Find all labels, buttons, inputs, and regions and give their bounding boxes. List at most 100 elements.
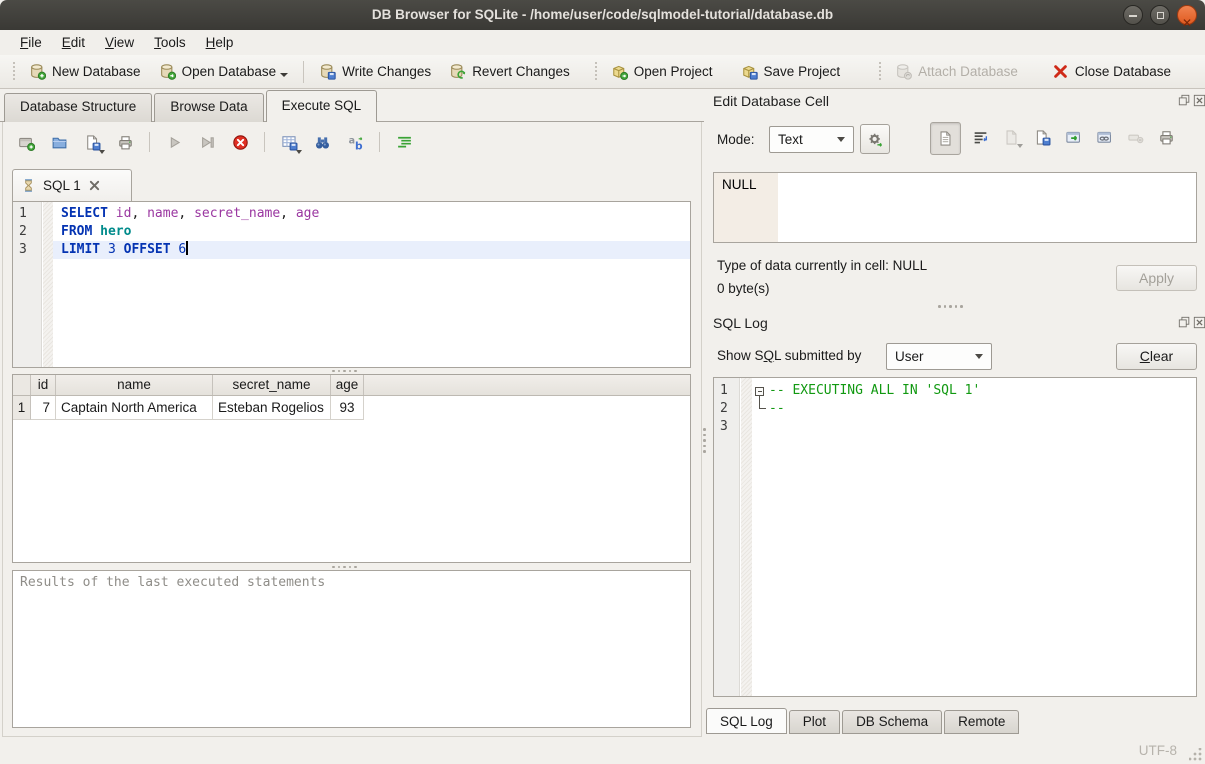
sql-document-tab[interactable]: SQL 1	[12, 169, 132, 201]
print-cell-icon[interactable]	[1158, 129, 1175, 146]
minimize-button[interactable]	[1123, 5, 1143, 25]
dock-tab-remote[interactable]: Remote	[944, 710, 1019, 734]
column-header-name[interactable]: name	[56, 375, 213, 395]
save-sql-dropdown-caret[interactable]	[99, 150, 105, 154]
print-sql-button[interactable]	[115, 132, 135, 152]
write-changes-button[interactable]: Write Changes	[310, 59, 440, 84]
log-text: --	[769, 400, 785, 418]
mode-select-value: Text	[778, 132, 829, 147]
open-database-dropdown-caret[interactable]	[280, 73, 288, 77]
sql-log-filter-select[interactable]: User	[886, 343, 992, 370]
column-header-secret-name[interactable]: secret_name	[213, 375, 331, 395]
find-button[interactable]	[312, 132, 332, 152]
text-mode-icon	[937, 130, 954, 147]
open-external-icon[interactable]	[1065, 129, 1082, 146]
cell-id[interactable]: 7	[31, 396, 56, 420]
encoding-indicator[interactable]: UTF-8	[1139, 743, 1177, 758]
toolbar-handle[interactable]	[877, 62, 883, 82]
tab-database-structure[interactable]: Database Structure	[4, 93, 152, 122]
fold-elbow	[752, 400, 769, 418]
new-sql-tab-button[interactable]	[16, 132, 36, 152]
pane-splitter-handle[interactable]	[703, 428, 706, 453]
close-database-button[interactable]: Close Database	[1043, 59, 1180, 84]
dock-close-icon[interactable]	[1193, 316, 1205, 329]
chevron-down-icon	[837, 137, 845, 142]
cell-type-info: Type of data currently in cell: NULL	[717, 258, 927, 273]
word-wrap-icon[interactable]	[972, 129, 989, 146]
save-sql-file-button[interactable]	[82, 132, 102, 152]
set-null-icon	[1127, 129, 1144, 146]
menu-help[interactable]: Help	[196, 32, 244, 53]
menubar: File Edit View Tools Help	[0, 30, 1205, 55]
column-header-age[interactable]: age	[331, 375, 364, 395]
open-sql-file-icon	[51, 134, 68, 151]
resize-grip[interactable]	[1189, 748, 1202, 761]
cell-secret-name[interactable]: Esteban Rogelios	[213, 396, 331, 420]
save-as-icon[interactable]	[1034, 129, 1051, 146]
menu-tools[interactable]: Tools	[144, 32, 196, 53]
fold-marker[interactable]	[752, 382, 769, 400]
clear-log-button[interactable]: Clear	[1116, 343, 1197, 370]
sql-editor[interactable]: 1 SELECT id, name, secret_name, age 2 FR…	[12, 201, 691, 368]
sql-toolbar: ab	[16, 132, 414, 152]
splitter-handle[interactable]	[938, 305, 963, 308]
open-database-label: Open Database	[182, 64, 277, 79]
open-database-button[interactable]: Open Database	[150, 59, 298, 84]
sql-toolbar-separator	[264, 132, 265, 152]
cell-name[interactable]: Captain North America	[56, 396, 213, 420]
database-open-icon	[159, 63, 176, 80]
toolbar-handle[interactable]	[593, 62, 599, 82]
save-results-icon	[281, 134, 298, 151]
column-header-id[interactable]: id	[31, 375, 56, 395]
close-tab-icon[interactable]	[88, 179, 101, 192]
find-icon	[314, 134, 331, 151]
dock-tab-plot[interactable]: Plot	[789, 710, 840, 734]
close-button[interactable]: ✕	[1177, 5, 1197, 25]
format-sql-button[interactable]	[394, 132, 414, 152]
line-number: 2	[714, 400, 741, 418]
mode-select[interactable]: Text	[769, 126, 854, 153]
link-icon[interactable]	[1096, 129, 1113, 146]
tab-browse-data[interactable]: Browse Data	[154, 93, 263, 122]
splitter-handle[interactable]	[332, 370, 357, 373]
menu-edit[interactable]: Edit	[52, 32, 95, 53]
open-project-button[interactable]: Open Project	[602, 59, 722, 84]
dock-tab-db-schema[interactable]: DB Schema	[842, 710, 942, 734]
line-number: 1	[714, 382, 741, 400]
new-database-button[interactable]: New Database	[20, 59, 150, 84]
dock-float-icon[interactable]	[1178, 316, 1191, 329]
cell-size-info: 0 byte(s)	[717, 281, 770, 296]
dock-float-icon[interactable]	[1178, 94, 1191, 107]
toolbar-handle[interactable]	[11, 62, 17, 82]
table-row[interactable]: 1 7 Captain North America Esteban Rogeli…	[13, 396, 690, 420]
auto-apply-gear-icon	[867, 131, 884, 148]
sql-token: OFFSET	[124, 242, 171, 257]
apply-button: Apply	[1116, 265, 1197, 291]
auto-apply-button[interactable]	[860, 124, 890, 154]
save-results-button[interactable]	[279, 132, 299, 152]
cell-age[interactable]: 93	[331, 396, 364, 420]
save-project-button[interactable]: Save Project	[732, 59, 850, 84]
maximize-button[interactable]	[1150, 5, 1170, 25]
tab-execute-sql[interactable]: Execute SQL	[266, 90, 378, 122]
row-number: 1	[13, 396, 31, 420]
cell-value-editor[interactable]: NULL	[713, 172, 1197, 243]
sql-log-editor[interactable]: 1 -- EXECUTING ALL IN 'SQL 1' 2 -- 3	[713, 377, 1197, 697]
show-sql-label: Show SQL submitted by	[717, 348, 861, 363]
menu-view[interactable]: View	[95, 32, 144, 53]
execute-line-icon	[199, 134, 216, 151]
sql-token: secret_name	[194, 206, 280, 221]
text-mode-button[interactable]	[930, 122, 961, 155]
editor-line: 2 FROM hero	[13, 223, 690, 241]
menu-file[interactable]: File	[10, 32, 52, 53]
save-results-dropdown-caret[interactable]	[296, 150, 302, 154]
dock-tab-sql-log[interactable]: SQL Log	[706, 708, 787, 734]
import-file-button	[1003, 129, 1020, 146]
results-table: id name secret_name age 1 7 Captain Nort…	[12, 374, 691, 563]
splitter-handle[interactable]	[332, 566, 357, 569]
open-sql-file-button[interactable]	[49, 132, 69, 152]
dock-close-icon[interactable]	[1193, 94, 1205, 107]
revert-changes-button[interactable]: Revert Changes	[440, 59, 579, 84]
replace-button[interactable]: ab	[345, 132, 365, 152]
stop-execution-button[interactable]	[230, 132, 250, 152]
